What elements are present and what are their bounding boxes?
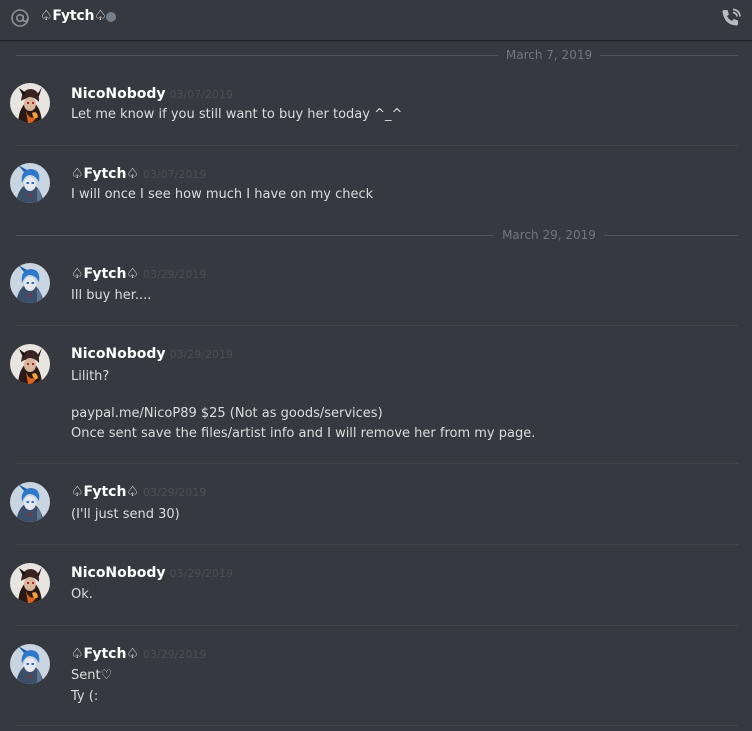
avatar-fytch[interactable] bbox=[10, 263, 50, 303]
date-label: March 29, 2019 bbox=[494, 228, 604, 242]
message-author[interactable]: ♤Fytch♤ 03/07/2019 bbox=[71, 165, 206, 184]
avatar-fytch[interactable] bbox=[10, 644, 50, 684]
message-author[interactable]: NicoNobody 03/29/2019 bbox=[71, 564, 233, 583]
avatar-niconobody[interactable] bbox=[10, 344, 50, 384]
date-label: March 7, 2019 bbox=[497, 48, 601, 62]
avatar-fytch[interactable] bbox=[10, 482, 50, 522]
message-timestamp: 03/29/2019 bbox=[169, 567, 233, 580]
message-timestamp: 03/29/2019 bbox=[142, 268, 207, 281]
call-icon[interactable] bbox=[719, 7, 743, 29]
message-author[interactable]: NicoNobody 03/29/2019 bbox=[71, 345, 233, 364]
message-separator bbox=[16, 325, 738, 326]
message-separator bbox=[16, 463, 738, 464]
date-divider: March 7, 2019 bbox=[16, 48, 738, 62]
message-separator bbox=[16, 544, 738, 545]
message-text: Sent♡ bbox=[71, 668, 113, 683]
message-text: Ill buy her.... bbox=[71, 288, 152, 303]
message-text: I will once I see how much I have on my … bbox=[71, 187, 374, 202]
message-timestamp: 03/29/2019 bbox=[169, 348, 233, 361]
message-author[interactable]: NicoNobody 03/07/2019 bbox=[71, 85, 233, 104]
message-separator bbox=[16, 145, 738, 146]
message-timestamp: 03/29/2019 bbox=[142, 486, 207, 499]
message-text: Lilith? bbox=[71, 369, 110, 384]
message-text: (I'll just send 30) bbox=[71, 507, 180, 522]
message-text: paypal.me/NicoP89 $25 (Not as goods/serv… bbox=[71, 406, 383, 421]
message-text: Once sent save the files/artist info and… bbox=[71, 426, 536, 441]
at-icon bbox=[11, 9, 29, 27]
channel-title: ♤Fytch♤ bbox=[40, 8, 107, 24]
message-author[interactable]: ♤Fytch♤ 03/29/2019 bbox=[71, 645, 206, 664]
date-divider: March 29, 2019 bbox=[16, 228, 738, 242]
message-timestamp: 03/29/2019 bbox=[142, 648, 207, 661]
avatar-fytch[interactable] bbox=[10, 163, 50, 203]
status-indicator bbox=[106, 12, 116, 22]
avatar-niconobody[interactable] bbox=[10, 563, 50, 603]
message-text: Ty (: bbox=[71, 689, 99, 704]
chat-header: ♤Fytch♤ bbox=[0, 0, 752, 40]
message-timestamp: 03/07/2019 bbox=[142, 168, 207, 181]
message-separator bbox=[16, 725, 738, 726]
message-text: Ok. bbox=[71, 587, 93, 602]
message-author[interactable]: ♤Fytch♤ 03/29/2019 bbox=[71, 265, 206, 284]
avatar-niconobody[interactable] bbox=[10, 83, 50, 123]
message-author[interactable]: ♤Fytch♤ 03/29/2019 bbox=[71, 483, 206, 502]
message-separator bbox=[16, 625, 738, 626]
message-timestamp: 03/07/2019 bbox=[169, 88, 233, 101]
message-text: Let me know if you still want to buy her… bbox=[71, 107, 403, 122]
